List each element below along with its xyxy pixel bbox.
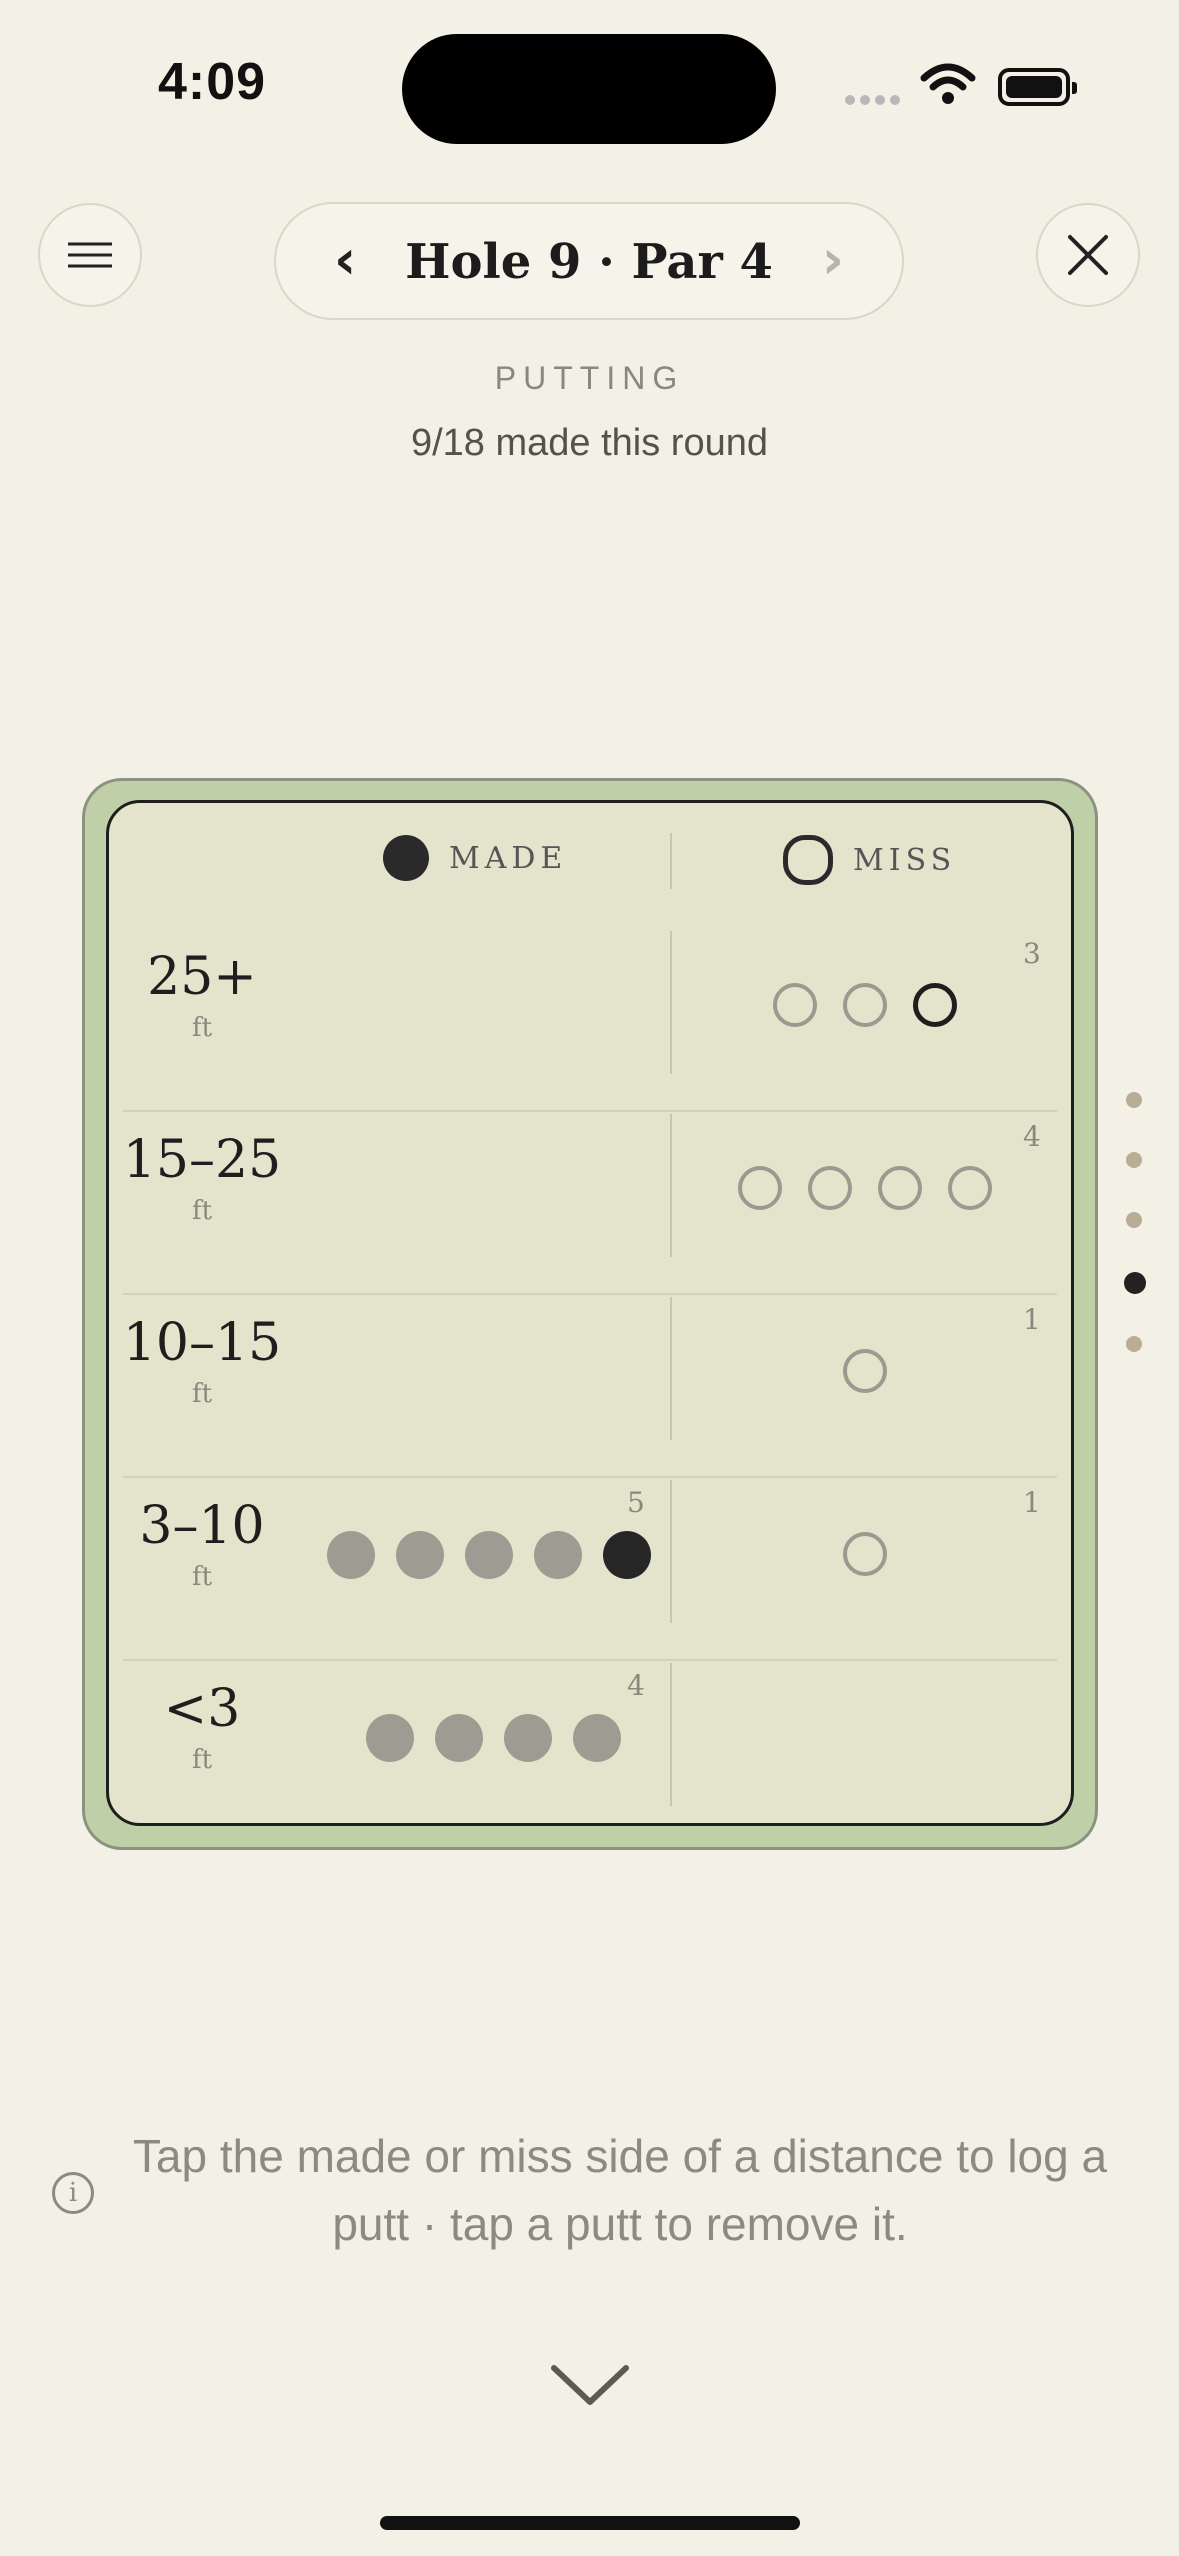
chevron-down-icon[interactable] — [548, 2360, 632, 2415]
made-zone[interactable] — [295, 1297, 670, 1480]
missed-putt[interactable] — [913, 983, 957, 1027]
page-dot[interactable] — [1126, 1092, 1142, 1108]
made-dot-icon — [383, 835, 429, 881]
distance-row: 15–25 ft 4 — [109, 1114, 1071, 1297]
row-separator — [123, 1110, 1057, 1112]
distance-range: 25+ — [147, 947, 257, 1007]
made-putt[interactable] — [465, 1531, 513, 1579]
next-hole-button[interactable]: › — [822, 228, 844, 291]
distance-unit: ft — [191, 1379, 213, 1409]
info-icon: i — [52, 2172, 94, 2214]
status-time: 4:09 — [158, 53, 267, 111]
missed-putt[interactable] — [878, 1166, 922, 1210]
dynamic-island — [402, 34, 776, 144]
made-header: MADE — [383, 835, 567, 881]
miss-circle-icon — [783, 835, 833, 885]
distance-range: 10–15 — [122, 1313, 282, 1373]
hole-selector: ‹ Hole 9 · Par 4 › — [274, 202, 904, 320]
made-putt[interactable] — [534, 1531, 582, 1579]
hint-text: Tap the made or miss side of a distance … — [132, 2130, 1108, 2250]
round-summary: 9/18 made this round — [410, 422, 768, 464]
page-dot[interactable] — [1126, 1336, 1142, 1352]
made-putt[interactable] — [435, 1714, 483, 1762]
distance-label: 15–25 ft — [109, 1134, 295, 1226]
made-zone[interactable] — [295, 1114, 670, 1297]
row-separator — [123, 1476, 1057, 1478]
miss-count: 1 — [1023, 1486, 1041, 1519]
miss-zone[interactable] — [672, 1663, 1071, 1823]
made-putt[interactable] — [603, 1531, 651, 1579]
miss-count: 1 — [1023, 1303, 1041, 1336]
hole-title: Hole 9 · Par 4 — [405, 234, 773, 290]
close-icon — [1068, 235, 1108, 275]
missed-putt[interactable] — [843, 1349, 887, 1393]
distance-label: 25+ ft — [109, 951, 295, 1043]
column-divider — [670, 931, 672, 1074]
missed-putt[interactable] — [843, 1532, 887, 1576]
missed-putt[interactable] — [773, 983, 817, 1027]
distance-label: 10–15 ft — [109, 1317, 295, 1409]
made-putt[interactable] — [396, 1531, 444, 1579]
distance-label: 3–10 ft — [109, 1500, 295, 1592]
made-count: 4 — [627, 1669, 645, 1702]
made-count: 5 — [627, 1486, 645, 1519]
distance-unit: ft — [191, 1196, 213, 1226]
distance-row: 25+ ft 3 — [109, 931, 1071, 1114]
miss-count: 3 — [1023, 937, 1041, 970]
home-indicator — [380, 2516, 800, 2530]
distance-unit: ft — [191, 1562, 213, 1592]
distance-unit: ft — [191, 1745, 213, 1775]
distance-row: 10–15 ft 1 — [109, 1297, 1071, 1480]
missed-putt[interactable] — [843, 983, 887, 1027]
miss-count: 4 — [1023, 1120, 1041, 1153]
wifi-icon — [920, 62, 976, 111]
column-divider — [670, 1663, 672, 1806]
made-putt[interactable] — [504, 1714, 552, 1762]
hamburger-icon — [68, 242, 112, 268]
close-button[interactable] — [1036, 203, 1140, 307]
distance-range: 15–25 — [122, 1130, 282, 1190]
column-divider — [670, 1114, 672, 1257]
page-dot-active[interactable] — [1124, 1272, 1146, 1294]
made-putt[interactable] — [366, 1714, 414, 1762]
page-dot[interactable] — [1126, 1152, 1142, 1168]
missed-putt[interactable] — [808, 1166, 852, 1210]
menu-button[interactable] — [38, 203, 142, 307]
made-zone[interactable] — [295, 931, 670, 1114]
distance-unit: ft — [191, 1013, 213, 1043]
cellular-signal-icon — [845, 92, 905, 110]
distance-label: <3 ft — [109, 1683, 295, 1775]
page-dot[interactable] — [1126, 1212, 1142, 1228]
made-putt[interactable] — [573, 1714, 621, 1762]
distance-row: <3 ft 4 — [109, 1663, 1071, 1823]
battery-icon — [998, 68, 1077, 106]
row-separator — [123, 1293, 1057, 1295]
miss-zone[interactable] — [672, 1114, 1071, 1297]
miss-header: MISS — [783, 835, 956, 885]
distance-range: <3 — [163, 1679, 241, 1739]
made-putt[interactable] — [327, 1531, 375, 1579]
distance-range: 3–10 — [139, 1496, 265, 1556]
row-separator — [123, 1659, 1057, 1661]
distance-row: 3–10 ft 5 1 — [109, 1480, 1071, 1663]
column-divider — [670, 1297, 672, 1440]
header-divider — [670, 833, 672, 889]
missed-putt[interactable] — [738, 1166, 782, 1210]
section-label: PUTTING — [494, 360, 685, 396]
missed-putt[interactable] — [948, 1166, 992, 1210]
column-divider — [670, 1480, 672, 1623]
putting-card: MADE MISS 25+ ft 3 15–25 ft 4 10–15 ft 1 3–10 ft 5 1… — [106, 800, 1074, 1826]
